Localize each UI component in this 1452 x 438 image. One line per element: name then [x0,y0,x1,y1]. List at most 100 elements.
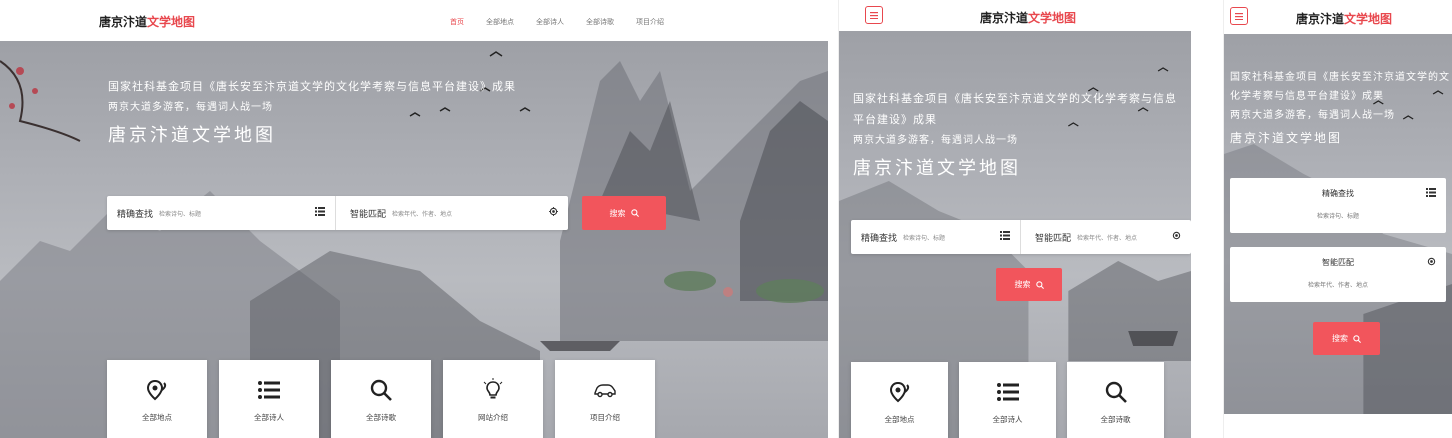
site-logo[interactable]: 唐京汴道文学地图 [980,9,1076,26]
tile-label: 全部诗歌 [1100,415,1131,424]
list-icon[interactable] [315,207,325,219]
exact-search-label: 精确查找 [861,233,898,244]
hero-text-block: 国家社科基金项目《唐长安至汴京道文学的文 化学考察与信息平台建设》成果 两京大道… [1230,68,1450,146]
tile-all-poems[interactable]: 全部诗歌 [1067,362,1164,438]
exact-search-hint: 检索诗句、标题 [903,234,946,242]
tile-site-intro[interactable]: 网站介绍 [443,360,543,438]
nav-all-poems[interactable]: 全部诗歌 [586,17,614,27]
brand-main: 唐京汴道 [1296,12,1345,26]
search-button[interactable]: 搜索 [582,196,666,230]
brand-main: 唐京汴道 [980,11,1029,25]
exact-search-hint: 检索诗句、标题 [1316,213,1359,220]
list-icon [258,381,280,399]
tile-label: 全部地点 [884,415,915,424]
nav-all-poets[interactable]: 全部诗人 [536,17,564,27]
target-icon[interactable] [549,207,558,219]
nav-project-intro[interactable]: 项目介绍 [636,17,664,27]
search-icon [1035,280,1044,289]
tile-label: 网站介绍 [478,413,508,422]
quick-links: 全部地点 全部诗人 全部诗歌 [851,362,1164,438]
mobile-view: 唐京汴道文学地图 国家社科基金项目《唐长安至汴京道文学的文 化学考察与信息平台建… [1223,0,1452,438]
exact-search-label: 精确查找 [1322,189,1354,198]
exact-search-field[interactable]: 精确查找 检索诗句、标题 [851,220,1021,254]
target-icon[interactable] [1427,257,1436,269]
top-navbar: 唐京汴道文学地图 首页 全部地点 全部诗人 全部诗歌 项目介绍 [0,0,828,41]
smart-match-label: 智能匹配 [1035,233,1072,244]
smart-match-hint: 检索年代、作者、地点 [1307,282,1368,289]
tile-project-intro[interactable]: 项目介绍 [555,360,655,438]
menu-icon[interactable] [865,6,883,24]
menu-icon[interactable] [1230,7,1248,25]
search-button-label: 搜索 [1332,334,1348,343]
site-logo[interactable]: 唐京汴道文学地图 [99,13,195,30]
tablet-view: 唐京汴道文学地图 国家社科基金项目《唐长安至汴京道文学的文化学考察与信息 平台建… [838,0,1191,438]
smart-match-hint: 检索年代、作者、地点 [1077,234,1138,242]
search-icon [1105,381,1127,403]
search-box: 精确查找 检索诗句、标题 智能匹配 检索年代、作者、地点 [107,196,568,230]
top-navbar: 唐京汴道文学地图 [1224,0,1452,34]
tile-all-places[interactable]: 全部地点 [851,362,948,438]
tile-label: 全部地点 [142,413,172,422]
search-box: 精确查找 检索诗句、标题 智能匹配 检索年代、作者、地点 [851,220,1191,254]
hero-text-block: 国家社科基金项目《唐长安至汴京道文学的文化学考察与信息平台建设》成果 两京大道多… [108,77,516,147]
smart-match-label: 智能匹配 [1322,258,1354,267]
top-navbar: 唐京汴道文学地图 [839,0,1191,31]
hero-banner: 国家社科基金项目《唐长安至汴京道文学的文化学考察与信息平台建设》成果 两京大道多… [0,41,828,438]
car-icon [594,384,616,398]
hero-subtitle: 国家社科基金项目《唐长安至汴京道文学的文化学考察与信息 [853,92,1177,105]
target-icon[interactable] [1172,231,1181,243]
smart-match-field[interactable]: 智能匹配 检索年代、作者、地点 [1021,220,1191,254]
search-button-label: 搜索 [609,208,626,218]
hero-text-block: 国家社科基金项目《唐长安至汴京道文学的文化学考察与信息 平台建设》成果 两京大道… [853,89,1177,180]
tile-label: 全部诗人 [992,415,1023,424]
exact-search-field[interactable]: 精确查找 检索诗句、标题 [1230,178,1446,233]
list-icon[interactable] [1426,188,1436,200]
hero-tagline: 两京大道多游客，每遇词人战一场 [1230,110,1395,121]
hero-subtitle: 国家社科基金项目《唐长安至汴京道文学的文 [1230,72,1450,83]
map-pin-icon [146,379,167,401]
hero-subtitle: 国家社科基金项目《唐长安至汴京道文学的文化学考察与信息平台建设》成果 [108,80,516,93]
nav-home[interactable]: 首页 [450,17,464,27]
smart-match-label: 智能匹配 [350,209,387,220]
hero-title: 唐京汴道文学地图 [108,124,276,146]
hero-subtitle-cont: 化学考察与信息平台建设》成果 [1230,91,1384,102]
smart-match-hint: 检索年代、作者、地点 [392,210,453,218]
search-icon [370,379,392,401]
nav-all-places[interactable]: 全部地点 [486,17,514,27]
tile-label: 全部诗人 [254,413,284,422]
list-icon [996,383,1019,401]
quick-links: 全部地点 全部诗人 全部诗歌 网站介绍 项目介绍 [107,360,655,438]
smart-match-field[interactable]: 智能匹配 检索年代、作者、地点 [336,196,568,230]
tile-all-poems[interactable]: 全部诗歌 [331,360,431,438]
search-button[interactable]: 搜索 [1313,322,1380,355]
site-logo[interactable]: 唐京汴道文学地图 [1296,10,1392,27]
smart-match-field[interactable]: 智能匹配 检索年代、作者、地点 [1230,247,1446,302]
search-icon [630,209,639,217]
tile-all-poets[interactable]: 全部诗人 [219,360,319,438]
hero-banner: 国家社科基金项目《唐长安至汴京道文学的文化学考察与信息 平台建设》成果 两京大道… [839,31,1191,438]
search-button-label: 搜索 [1014,280,1031,289]
brand-accent: 文学地图 [1028,11,1077,25]
tile-all-places[interactable]: 全部地点 [107,360,207,438]
main-nav: 首页 全部地点 全部诗人 全部诗歌 项目介绍 [450,17,664,27]
brand-main: 唐京汴道 [99,15,148,29]
tile-label: 全部诗歌 [366,413,396,422]
list-icon[interactable] [1000,231,1010,243]
tile-all-poets[interactable]: 全部诗人 [959,362,1056,438]
exact-search-label: 精确查找 [117,209,154,220]
search-button[interactable]: 搜索 [996,268,1062,301]
exact-search-field[interactable]: 精确查找 检索诗句、标题 [107,196,336,230]
lightbulb-icon [483,378,503,399]
brand-accent: 文学地图 [1344,12,1393,26]
map-pin-icon [889,381,909,403]
hero-banner: 国家社科基金项目《唐长安至汴京道文学的文 化学考察与信息平台建设》成果 两京大道… [1224,34,1452,414]
desktop-view: 唐京汴道文学地图 首页 全部地点 全部诗人 全部诗歌 项目介绍 国家社科基金项目… [0,0,828,438]
hero-tagline: 两京大道多游客，每遇词人战一场 [853,134,1018,146]
brand-accent: 文学地图 [147,15,196,29]
tile-label: 项目介绍 [590,413,620,422]
exact-search-hint: 检索诗句、标题 [159,210,202,218]
hero-title: 唐京汴道文学地图 [853,157,1021,179]
hero-tagline: 两京大道多游客，每遇词人战一场 [108,101,273,113]
hero-subtitle-cont: 平台建设》成果 [853,112,937,126]
hero-title: 唐京汴道文学地图 [1230,131,1343,145]
